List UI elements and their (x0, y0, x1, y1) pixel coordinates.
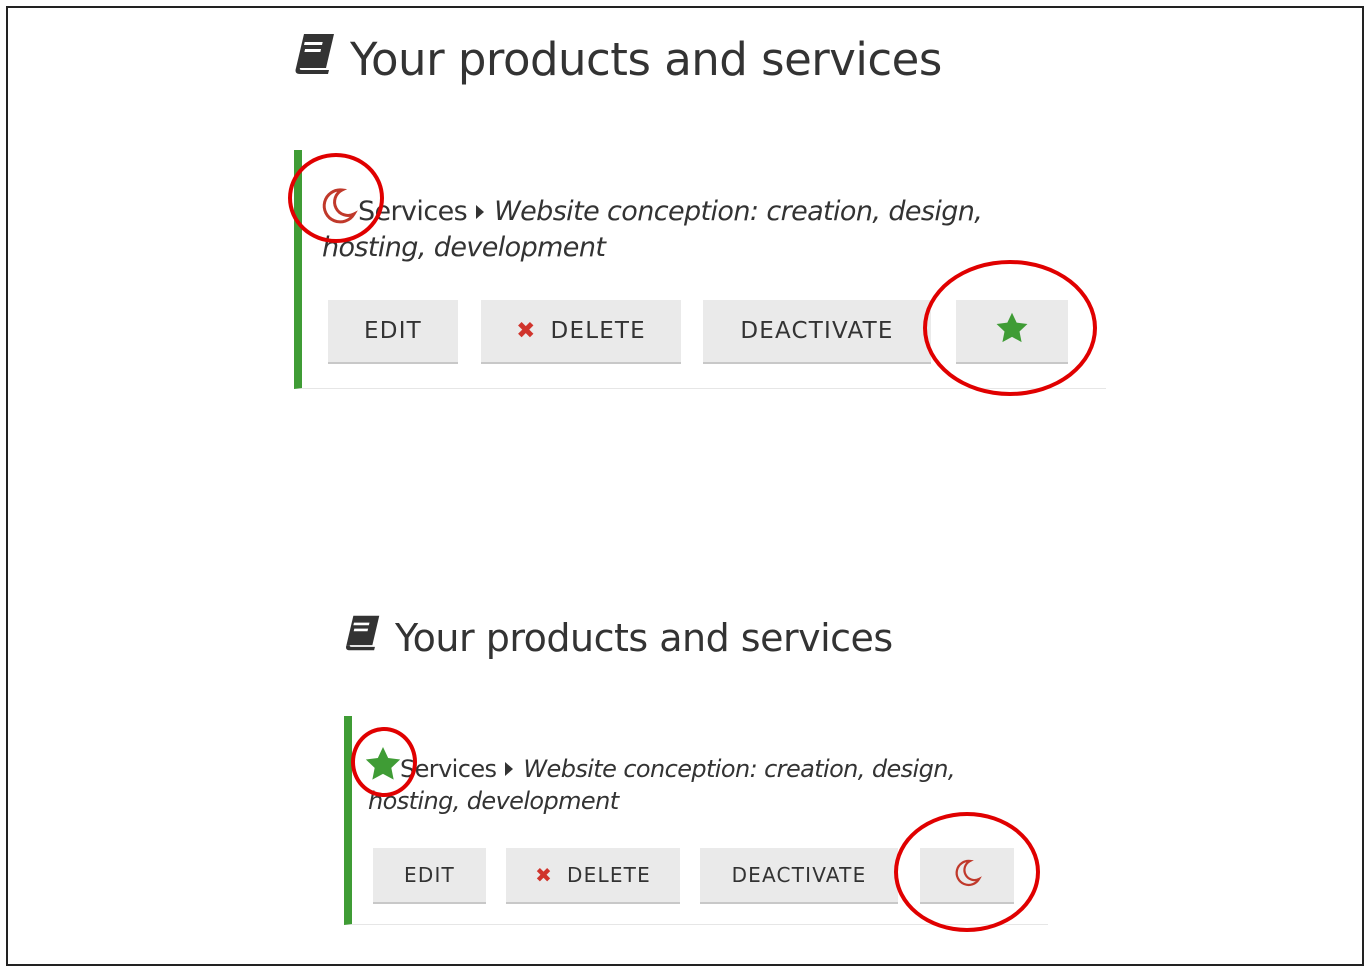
caret-right-icon (476, 205, 485, 219)
delete-label: DELETE (550, 318, 646, 344)
book-icon (343, 614, 381, 661)
delete-button[interactable]: ✖ DELETE (506, 848, 680, 902)
breadcrumb: Services Website conception: creation, d… (400, 750, 1020, 788)
caret-right-icon (505, 762, 514, 776)
section-title: Your products and services (292, 32, 942, 87)
breadcrumb-service-continued[interactable]: hosting, development (368, 787, 619, 815)
favorite-toggle-button[interactable] (956, 300, 1068, 362)
close-icon: ✖ (516, 318, 537, 344)
deactivate-button[interactable]: DEACTIVATE (703, 300, 931, 362)
book-icon (292, 32, 336, 87)
sleep-toggle-button[interactable] (920, 848, 1014, 902)
close-icon: ✖ (535, 863, 554, 887)
edit-button[interactable]: EDIT (328, 300, 458, 362)
breadcrumb-service[interactable]: Website conception: creation, design, (494, 190, 983, 234)
breadcrumb-service[interactable]: Website conception: creation, design, (523, 750, 955, 788)
moon-icon (318, 186, 358, 230)
breadcrumb-service-continued[interactable]: hosting, development (322, 232, 606, 263)
breadcrumb-category[interactable]: Services (358, 190, 468, 234)
star-icon (994, 310, 1030, 352)
breadcrumb-category[interactable]: Services (400, 750, 497, 788)
section-title-text: Your products and services (395, 615, 893, 660)
delete-label: DELETE (567, 863, 651, 887)
star-icon (363, 744, 403, 788)
deactivate-button[interactable]: DEACTIVATE (700, 848, 898, 902)
section-title-text: Your products and services (350, 33, 942, 86)
delete-button[interactable]: ✖ DELETE (481, 300, 681, 362)
breadcrumb: Services Website conception: creation, d… (358, 190, 1058, 234)
edit-button[interactable]: EDIT (373, 848, 486, 902)
section-title: Your products and services (343, 614, 893, 661)
moon-icon (952, 858, 982, 893)
